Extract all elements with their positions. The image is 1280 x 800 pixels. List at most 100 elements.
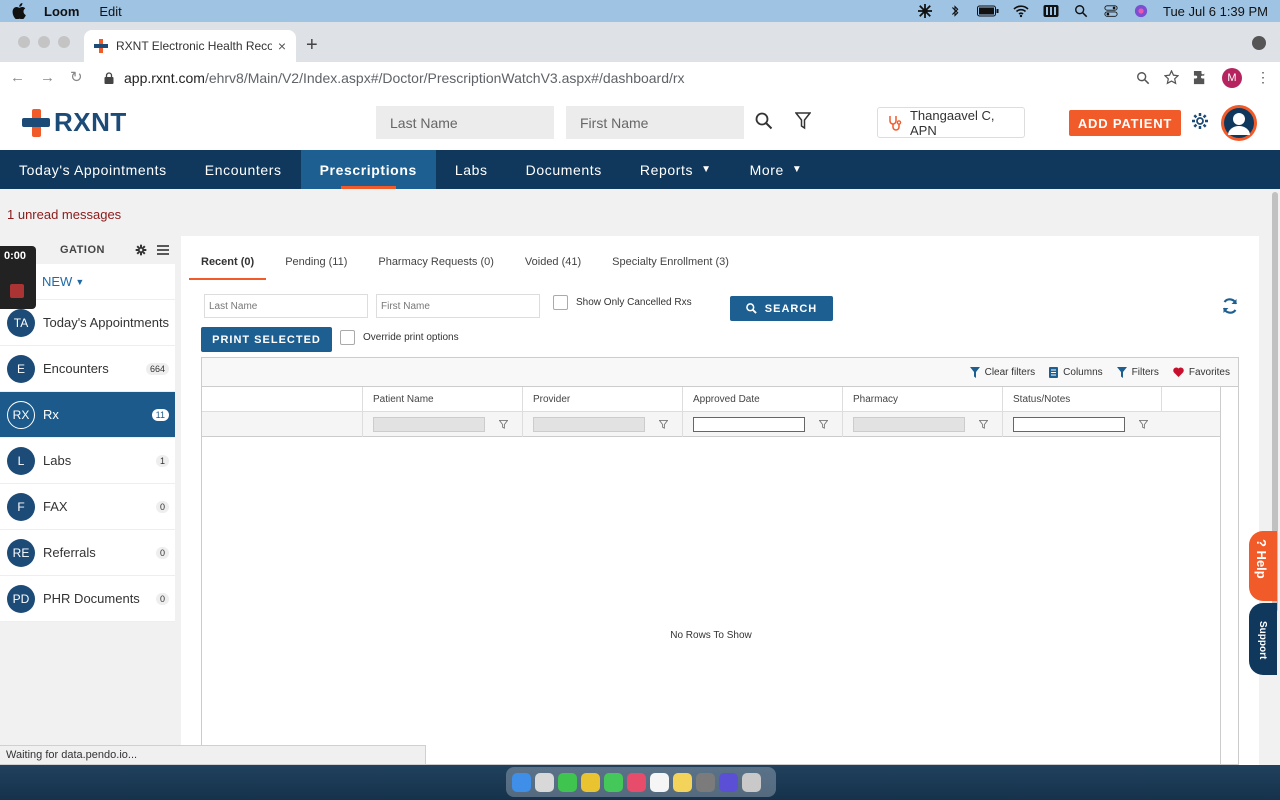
left-item-fax[interactable]: F FAX 0 [0, 484, 175, 530]
finder-icon[interactable] [512, 772, 531, 792]
rxnt-logo[interactable]: RXNT [22, 107, 127, 138]
tab-voided[interactable]: Voided (41) [513, 248, 593, 280]
tab-search-icon[interactable] [1252, 36, 1266, 50]
header-first-name-input[interactable]: First Name [566, 106, 744, 139]
tab-pharmacy-requests[interactable]: Pharmacy Requests (0) [366, 248, 506, 280]
col-header-pharmacy[interactable]: Pharmacy [842, 387, 1002, 412]
bluetooth-icon[interactable] [947, 4, 963, 18]
nav-reports[interactable]: Reports ▼ [621, 150, 731, 189]
funnel-icon[interactable] [659, 420, 668, 429]
notes-icon[interactable] [673, 772, 692, 792]
col-header-status-notes[interactable]: Status/Notes [1002, 387, 1162, 412]
browser-menu-icon[interactable]: ⋮ [1256, 69, 1270, 86]
refresh-icon[interactable] [1221, 297, 1239, 315]
panel-settings-gear-icon[interactable] [135, 244, 147, 256]
header-last-name-input[interactable]: Last Name [376, 106, 554, 139]
pharmacy-filter-input[interactable] [853, 417, 965, 432]
menubar-edit[interactable]: Edit [99, 4, 121, 19]
settings-gear-icon[interactable] [1191, 112, 1209, 130]
back-icon[interactable]: ← [10, 69, 26, 86]
zoom-window-button[interactable] [58, 36, 70, 48]
override-print-option[interactable]: Override print options [340, 330, 459, 345]
cancelled-rxs-checkbox[interactable] [553, 295, 568, 310]
calendar-icon[interactable] [650, 772, 669, 792]
left-item-phr-documents[interactable]: PD PHR Documents 0 [0, 576, 175, 622]
apple-logo-icon[interactable] [12, 3, 26, 19]
reload-icon[interactable]: ↻ [70, 69, 86, 86]
page-scrollbar[interactable] [1270, 190, 1280, 765]
menubar-clock[interactable]: Tue Jul 6 1:39 PM [1163, 4, 1268, 19]
forward-icon[interactable]: → [40, 69, 56, 86]
filter-first-name-input[interactable]: First Name [376, 294, 540, 318]
left-item-labs[interactable]: L Labs 1 [0, 438, 175, 484]
funnel-icon[interactable] [1139, 420, 1148, 429]
provider-filter-input[interactable] [533, 417, 645, 432]
loom-icon[interactable] [917, 4, 933, 18]
launchpad-icon[interactable] [535, 772, 554, 792]
left-item-encounters[interactable]: E Encounters 664 [0, 346, 175, 392]
wifi-icon[interactable] [1013, 4, 1029, 18]
loom-app-icon[interactable] [719, 772, 738, 792]
battery-icon[interactable] [976, 4, 999, 18]
hamburger-menu-icon[interactable] [157, 244, 169, 256]
lock-icon[interactable] [104, 71, 114, 84]
spotlight-search-icon[interactable] [1073, 4, 1089, 18]
tab-specialty-enrollment[interactable]: Specialty Enrollment (3) [600, 248, 741, 280]
filters-button[interactable]: Filters [1116, 366, 1159, 378]
menubar-app-name[interactable]: Loom [44, 4, 79, 19]
system-preferences-icon[interactable] [696, 772, 715, 792]
new-tab-button[interactable]: + [306, 34, 318, 57]
add-patient-button[interactable]: ADD PATIENT [1069, 110, 1181, 136]
nav-encounters[interactable]: Encounters [186, 150, 301, 189]
trash-icon[interactable] [742, 772, 761, 792]
nav-documents[interactable]: Documents [507, 150, 621, 189]
keyboard-icon[interactable] [1043, 4, 1059, 18]
clear-filters-button[interactable]: Clear filters [969, 366, 1035, 378]
filter-icon[interactable] [795, 112, 811, 130]
siri-icon[interactable] [1133, 4, 1149, 18]
extensions-icon[interactable] [1193, 70, 1208, 85]
funnel-icon[interactable] [499, 420, 508, 429]
profile-avatar[interactable]: M [1222, 67, 1242, 88]
funnel-icon[interactable] [819, 420, 828, 429]
browser-tab-rxnt[interactable]: RXNT Electronic Health Record × [84, 30, 296, 62]
user-avatar[interactable] [1221, 105, 1257, 141]
facetime-icon[interactable] [558, 772, 577, 792]
support-tab[interactable]: Support [1249, 603, 1277, 675]
loom-recorder-widget[interactable]: 0:00 [0, 246, 36, 309]
col-header-patient-name[interactable]: Patient Name [362, 387, 522, 412]
patient-name-filter-input[interactable] [373, 417, 485, 432]
stop-recording-button[interactable] [10, 284, 24, 298]
col-header-provider[interactable]: Provider [522, 387, 682, 412]
tab-recent[interactable]: Recent (0) [189, 248, 267, 280]
provider-selector[interactable]: Thangaavel C, APN [877, 107, 1025, 138]
approved-date-filter-input[interactable] [693, 417, 805, 432]
chrome-icon[interactable] [581, 772, 600, 792]
status-notes-filter-input[interactable] [1013, 417, 1125, 432]
tab-close-icon[interactable]: × [278, 38, 286, 54]
grid-vertical-scrollbar[interactable] [1220, 387, 1238, 764]
search-button[interactable]: SEARCH [730, 296, 833, 321]
close-window-button[interactable] [18, 36, 30, 48]
minimize-window-button[interactable] [38, 36, 50, 48]
help-tab[interactable]: ? Help [1249, 531, 1277, 601]
override-print-checkbox[interactable] [340, 330, 355, 345]
nav-todays-appointments[interactable]: Today's Appointments [0, 150, 186, 189]
print-selected-button[interactable]: PRINT SELECTED [201, 327, 332, 352]
messages-icon[interactable] [604, 772, 623, 792]
nav-prescriptions[interactable]: Prescriptions [300, 150, 436, 189]
address-bar[interactable]: app.rxnt.com/ehrv8/Main/V2/Index.aspx#/D… [100, 65, 1136, 91]
photos-icon[interactable] [627, 772, 646, 792]
left-item-referrals[interactable]: RE Referrals 0 [0, 530, 175, 576]
funnel-icon[interactable] [979, 420, 988, 429]
bookmark-star-icon[interactable] [1164, 70, 1179, 85]
zoom-icon[interactable] [1136, 71, 1150, 85]
nav-labs[interactable]: Labs [436, 150, 507, 189]
tab-pending[interactable]: Pending (11) [273, 248, 359, 280]
columns-button[interactable]: Columns [1049, 366, 1103, 378]
col-header-approved-date[interactable]: Approved Date [682, 387, 842, 412]
cancelled-rxs-option[interactable]: Show Only Cancelled Rxs [553, 295, 692, 310]
left-item-rx[interactable]: RX Rx 11 [0, 392, 175, 438]
nav-more[interactable]: More ▼ [731, 150, 822, 189]
control-center-icon[interactable] [1103, 4, 1119, 18]
